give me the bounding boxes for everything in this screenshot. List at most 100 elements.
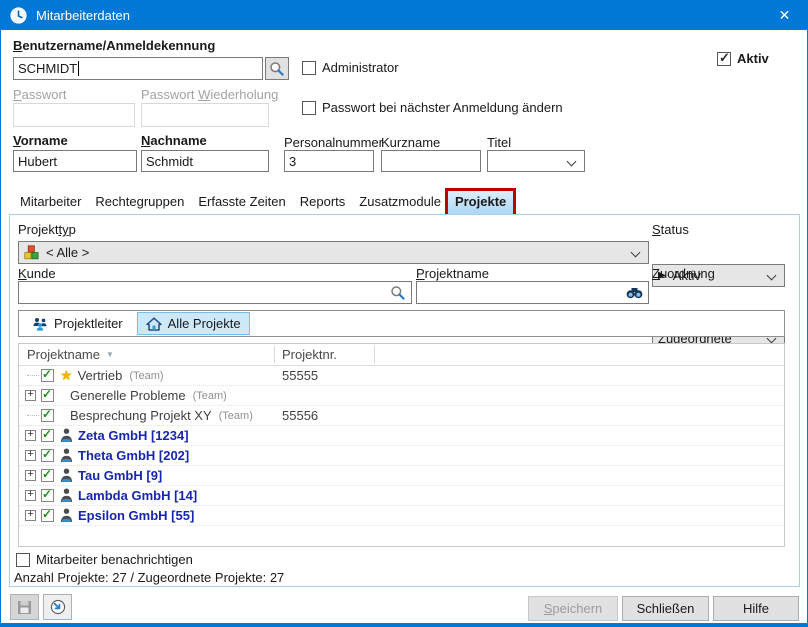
team-badge: (Team) [129,370,163,382]
checkbox-box[interactable] [16,553,30,567]
vorname-input[interactable]: Hubert [13,150,137,172]
nachname-label: Nachname [141,133,207,148]
save-button: Speichern [528,596,618,621]
row-checkbox[interactable] [41,429,54,442]
close-button[interactable]: Schließen [622,596,709,621]
search-icon[interactable] [390,285,406,301]
project-name: Zeta GmbH [1234] [78,428,189,443]
project-count-summary: Anzahl Projekte: 27 / Zugeordnete Projek… [14,570,284,585]
password-change-label: Passwort bei nächster Anmeldung ändern [322,100,563,115]
username-search-button[interactable] [265,57,289,80]
star-icon: ★ [60,367,73,384]
project-view-subtabs: Projektleiter Alle Projekte [18,310,785,337]
expand-plus-icon[interactable]: + [25,430,36,441]
zuordnung-label: Zuordnung [652,266,715,281]
project-table: Projektname▼ Projektnr. ★Vertrieb(Team)5… [18,343,785,547]
arrow-circle-icon [50,599,66,615]
title-bar: Mitarbeiterdaten ✕ [1,0,807,30]
expand-plus-icon[interactable]: + [25,450,36,461]
person-icon [60,448,73,463]
help-button[interactable]: Hilfe [713,596,799,621]
person-icon [60,468,73,483]
vorname-label: Vorname [13,133,68,148]
tab-projekte[interactable]: Projekte [448,191,513,215]
row-checkbox[interactable] [41,389,54,402]
kunde-input[interactable] [18,281,412,304]
chevron-down-icon [631,248,641,258]
row-checkbox[interactable] [41,449,54,462]
tab-mitarbeiter[interactable]: Mitarbeiter [13,191,88,215]
tab-rechtegruppen[interactable]: Rechtegruppen [88,191,191,215]
tree-line [27,415,39,416]
personalnummer-input[interactable]: 3 [284,150,374,172]
column-header-projektnr[interactable]: Projektnr. [282,347,337,362]
team-badge: (Team) [219,410,253,422]
expand-plus-icon[interactable]: + [25,470,36,481]
expand-plus-icon[interactable]: + [25,510,36,521]
tree-row[interactable]: ★Vertrieb(Team)55555 [19,366,784,386]
binoculars-icon[interactable] [626,286,643,300]
projekttyp-select[interactable]: < Alle > [18,241,649,264]
notify-checkbox[interactable]: Mitarbeiter benachrichtigen [16,552,193,567]
tree-row[interactable]: + Generelle Probleme (Team) [19,386,784,406]
password-change-checkbox[interactable]: Passwort bei nächster Anmeldung ändern [302,100,563,115]
administrator-checkbox[interactable]: Administrator [302,60,399,75]
subtab-projektleiter[interactable]: Projektleiter [24,312,131,335]
tree-row[interactable]: + Theta GmbH [202] [19,446,784,466]
save-mini-button [10,594,39,620]
checkbox-box[interactable] [302,61,316,75]
row-checkbox[interactable] [41,509,54,522]
checkbox-box[interactable] [302,101,316,115]
floppy-disk-icon [17,600,32,615]
password-input[interactable] [13,103,135,127]
table-header: Projektname▼ Projektnr. [19,344,784,366]
username-input[interactable]: SCHMIDT [13,57,263,80]
project-name: Epsilon GmbH [55] [78,508,194,523]
row-checkbox[interactable] [41,469,54,482]
project-name: Lambda GmbH [14] [78,488,197,503]
tab-erfasste-zeiten[interactable]: Erfasste Zeiten [191,191,292,215]
dialog-body: Benutzername/Anmeldekennung SCHMIDT Admi… [1,30,807,623]
username-label: Benutzername/Anmeldekennung [13,38,215,53]
kurzname-label: Kurzname [381,135,440,150]
project-type-cubes-icon [24,245,39,260]
expand-plus-icon[interactable]: + [25,490,36,501]
close-icon[interactable]: ✕ [762,0,807,30]
goto-mini-button[interactable] [43,594,72,620]
expand-plus-icon[interactable]: + [25,390,36,401]
projekte-tab-panel: Projekttyp < Alle > Status ▶ Aktiv Ku [9,214,800,587]
kurzname-input[interactable] [381,150,481,172]
search-icon [269,61,285,77]
tree-row[interactable]: + Epsilon GmbH [55] [19,506,784,526]
project-name: Theta GmbH [202] [78,448,189,463]
password-label: Passwort [13,87,66,102]
tree-row[interactable]: +Tau GmbH [9] [19,466,784,486]
subtab-label: Projektleiter [54,316,123,331]
titel-select[interactable] [487,150,585,172]
column-header-projektname[interactable]: Projektname▼ [27,347,114,362]
aktiv-checkbox[interactable]: Aktiv [717,51,769,66]
nachname-input[interactable]: Schmidt [141,150,269,172]
subtab-label: Alle Projekte [168,316,241,331]
team-badge: (Team) [193,390,227,402]
tree-line [27,375,39,376]
row-checkbox[interactable] [41,369,54,382]
subtab-alle-projekte[interactable]: Alle Projekte [137,312,250,335]
checkbox-box[interactable] [717,52,731,66]
project-name: Generelle Probleme [70,388,186,403]
tree-row[interactable]: + Lambda GmbH [14] [19,486,784,506]
password-repeat-input[interactable] [141,103,269,127]
password-repeat-label: Passwort Wiederholung [141,87,278,102]
window-title: Mitarbeiterdaten [36,8,130,23]
administrator-label: Administrator [322,60,399,75]
tree-row[interactable]: Besprechung Projekt XY(Team)55556 [19,406,784,426]
row-checkbox[interactable] [41,409,54,422]
tab-zusatzmodule[interactable]: Zusatzmodule [352,191,448,215]
aktiv-label: Aktiv [737,51,769,66]
tree-row[interactable]: + Zeta GmbH [1234] [19,426,784,446]
row-checkbox[interactable] [41,489,54,502]
tab-reports[interactable]: Reports [293,191,353,215]
projektname-input[interactable] [416,281,649,304]
status-label: Status [652,222,689,237]
project-tree-rows: ★Vertrieb(Team)55555 + Generelle Probleme (… [19,366,784,526]
